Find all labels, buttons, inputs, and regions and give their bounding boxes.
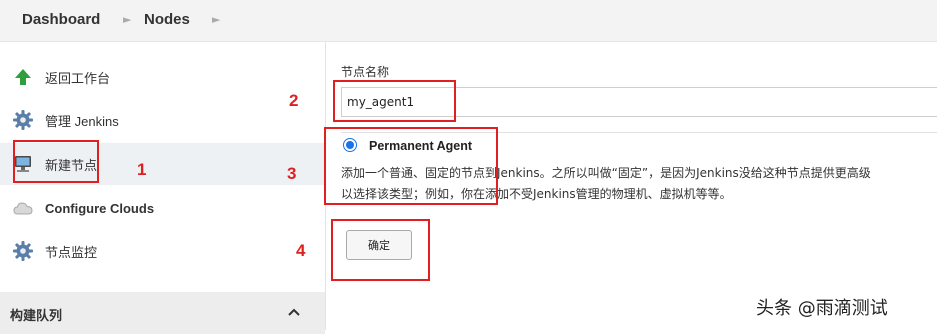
cloud-icon <box>12 197 34 219</box>
sidebar: 返回工作台 管理 Jenkins 新建节点 Configure Clouds 节… <box>0 42 325 334</box>
chevron-right-icon[interactable]: ► <box>212 13 220 26</box>
sidebar-item-label: 节点监控 <box>45 244 98 260</box>
node-name-label: 节点名称 <box>341 65 390 79</box>
sidebar-item-node-monitoring[interactable]: 节点监控 <box>0 230 325 272</box>
annotation-box-3 <box>324 127 498 205</box>
sidebar-item-manage-jenkins[interactable]: 管理 Jenkins <box>0 99 325 141</box>
sidebar-item-label: Configure Clouds <box>45 200 155 216</box>
annotation-number-1: 1 <box>137 160 147 179</box>
annotation-box-2 <box>333 80 456 122</box>
breadcrumb-nodes[interactable]: Nodes <box>144 11 190 28</box>
annotation-number-2: 2 <box>289 91 299 110</box>
gear-icon <box>12 240 34 262</box>
breadcrumb-bar: Dashboard ► Nodes ► <box>0 0 937 42</box>
up-arrow-icon <box>12 66 34 88</box>
sidebar-item-configure-clouds[interactable]: Configure Clouds <box>0 187 325 229</box>
build-queue-header[interactable]: 构建队列 <box>0 292 325 334</box>
sidebar-item-back-to-dashboard[interactable]: 返回工作台 <box>0 56 325 98</box>
chevron-right-icon[interactable]: ► <box>123 13 131 26</box>
gear-icon <box>12 109 34 131</box>
annotation-box-1 <box>13 140 99 183</box>
annotation-box-4 <box>331 219 430 281</box>
annotation-number-3: 3 <box>287 164 297 183</box>
watermark: 头条 @雨滴测试 <box>756 298 888 319</box>
build-queue-label: 构建队列 <box>10 309 63 324</box>
breadcrumb-dashboard[interactable]: Dashboard <box>22 11 100 28</box>
annotation-number-4: 4 <box>296 241 306 260</box>
sidebar-item-label: 返回工作台 <box>45 70 111 86</box>
chevron-up-icon[interactable] <box>287 304 301 318</box>
sidebar-item-label: 管理 Jenkins <box>45 113 119 129</box>
